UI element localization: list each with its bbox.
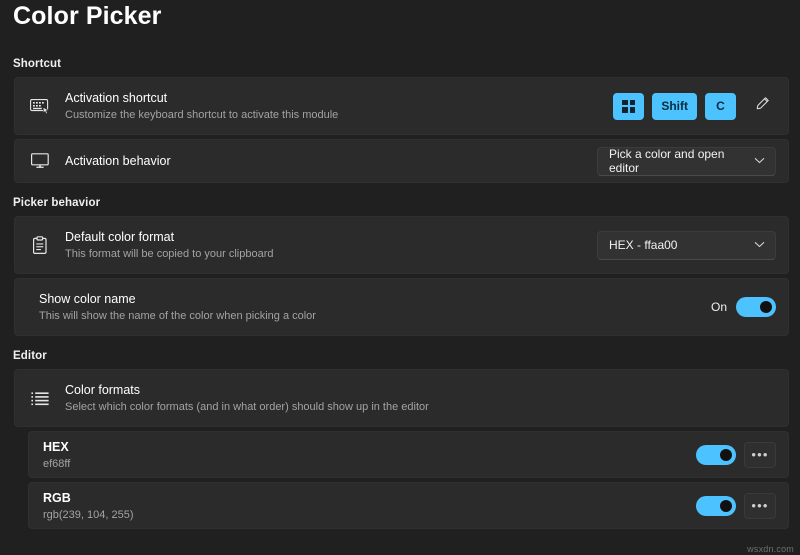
toggle-knob bbox=[720, 499, 732, 512]
rgb-value: rgb(239, 104, 255) bbox=[43, 508, 134, 521]
default-color-format-controls: HEX - ffaa00 bbox=[597, 230, 776, 260]
rgb-controls: ••• bbox=[696, 492, 776, 519]
activation-behavior-controls: Pick a color and open editor bbox=[597, 146, 776, 176]
watermark: wsxdn.com bbox=[747, 544, 794, 554]
default-color-format-title: Default color format bbox=[65, 230, 175, 244]
clipboard-icon bbox=[29, 234, 51, 256]
activation-shortcut-title: Activation shortcut bbox=[65, 91, 168, 105]
activation-behavior-dropdown[interactable]: Pick a color and open editor bbox=[597, 146, 776, 176]
setting-row-activation-behavior[interactable]: Activation behavior Pick a color and ope… bbox=[14, 139, 789, 183]
setting-row-color-formats[interactable]: Color formats Select which color formats… bbox=[14, 369, 789, 427]
show-color-name-title: Show color name bbox=[39, 292, 136, 306]
activation-shortcut-text: Activation shortcut Customize the keyboa… bbox=[65, 89, 601, 123]
page-title: Color Picker bbox=[13, 2, 162, 30]
windows-logo-icon bbox=[622, 99, 636, 113]
section-editor: Editor Color formats Select which color … bbox=[0, 350, 800, 529]
color-picker-settings-page: Color Picker Shortcut Activation shortcu… bbox=[0, 0, 800, 555]
color-formats-text: Color formats Select which color formats… bbox=[65, 381, 776, 415]
list-icon bbox=[29, 387, 51, 409]
show-color-name-description: This will show the name of the color whe… bbox=[39, 310, 316, 322]
monitor-icon bbox=[29, 150, 51, 172]
default-color-format-dropdown[interactable]: HEX - ffaa00 bbox=[597, 230, 776, 260]
activation-shortcut-controls: Shift C bbox=[613, 92, 776, 120]
activation-behavior-dropdown-value: Pick a color and open editor bbox=[609, 147, 725, 175]
section-shortcut: Shortcut Activation shortcut Customize t… bbox=[0, 58, 800, 183]
show-color-name-toggle[interactable] bbox=[736, 297, 776, 317]
hex-controls: ••• bbox=[696, 441, 776, 468]
default-color-format-dropdown-value: HEX - ffaa00 bbox=[609, 238, 678, 252]
toggle-knob bbox=[720, 448, 732, 461]
rgb-toggle[interactable] bbox=[696, 495, 736, 516]
color-format-row-rgb[interactable]: RGB rgb(239, 104, 255) ••• bbox=[28, 482, 789, 529]
rgb-name: RGB bbox=[43, 490, 71, 505]
activation-shortcut-description: Customize the keyboard shortcut to activ… bbox=[65, 109, 339, 121]
rgb-text: RGB rgb(239, 104, 255) bbox=[43, 489, 684, 523]
default-color-format-description: This format will be copied to your clipb… bbox=[65, 248, 274, 260]
activation-behavior-title: Activation behavior bbox=[65, 154, 171, 168]
show-color-name-text: Show color name This will show the name … bbox=[39, 290, 699, 324]
hex-value: ef68ff bbox=[43, 457, 71, 470]
default-color-format-text: Default color format This format will be… bbox=[65, 228, 585, 262]
setting-row-show-color-name[interactable]: Show color name This will show the name … bbox=[14, 278, 789, 336]
color-formats-title: Color formats bbox=[65, 383, 141, 397]
activation-behavior-text: Activation behavior bbox=[65, 152, 585, 170]
pencil-icon bbox=[755, 96, 770, 116]
rgb-more-button[interactable]: ••• bbox=[744, 492, 776, 519]
key-c[interactable]: C bbox=[705, 92, 736, 120]
show-color-name-controls: On bbox=[711, 297, 776, 317]
chevron-down-icon bbox=[754, 241, 765, 250]
color-format-row-hex[interactable]: HEX ef68ff ••• bbox=[28, 431, 789, 478]
toggle-knob bbox=[760, 301, 772, 313]
show-color-name-toggle-label: On bbox=[710, 300, 727, 314]
settings-content: Shortcut Activation shortcut Customize t… bbox=[0, 58, 800, 543]
section-header-picker-behavior: Picker behavior bbox=[13, 197, 101, 209]
chevron-down-icon bbox=[754, 157, 765, 166]
color-formats-description: Select which color formats (and in what … bbox=[65, 401, 429, 413]
key-windows[interactable] bbox=[613, 92, 645, 120]
hex-more-button[interactable]: ••• bbox=[744, 441, 776, 468]
show-color-name-toggle-wrap[interactable]: On bbox=[711, 297, 776, 317]
section-header-shortcut: Shortcut bbox=[13, 58, 62, 70]
hex-text: HEX ef68ff bbox=[43, 438, 684, 472]
setting-row-default-color-format[interactable]: Default color format This format will be… bbox=[14, 216, 789, 274]
hex-name: HEX bbox=[43, 439, 69, 454]
section-picker-behavior: Picker behavior Default color format Thi… bbox=[0, 197, 800, 336]
edit-shortcut-button[interactable] bbox=[748, 92, 776, 120]
section-header-editor: Editor bbox=[13, 350, 47, 362]
setting-row-activation-shortcut[interactable]: Activation shortcut Customize the keyboa… bbox=[14, 77, 789, 135]
hex-toggle[interactable] bbox=[696, 444, 736, 465]
keyboard-icon bbox=[29, 95, 51, 117]
key-shift[interactable]: Shift bbox=[652, 92, 697, 120]
